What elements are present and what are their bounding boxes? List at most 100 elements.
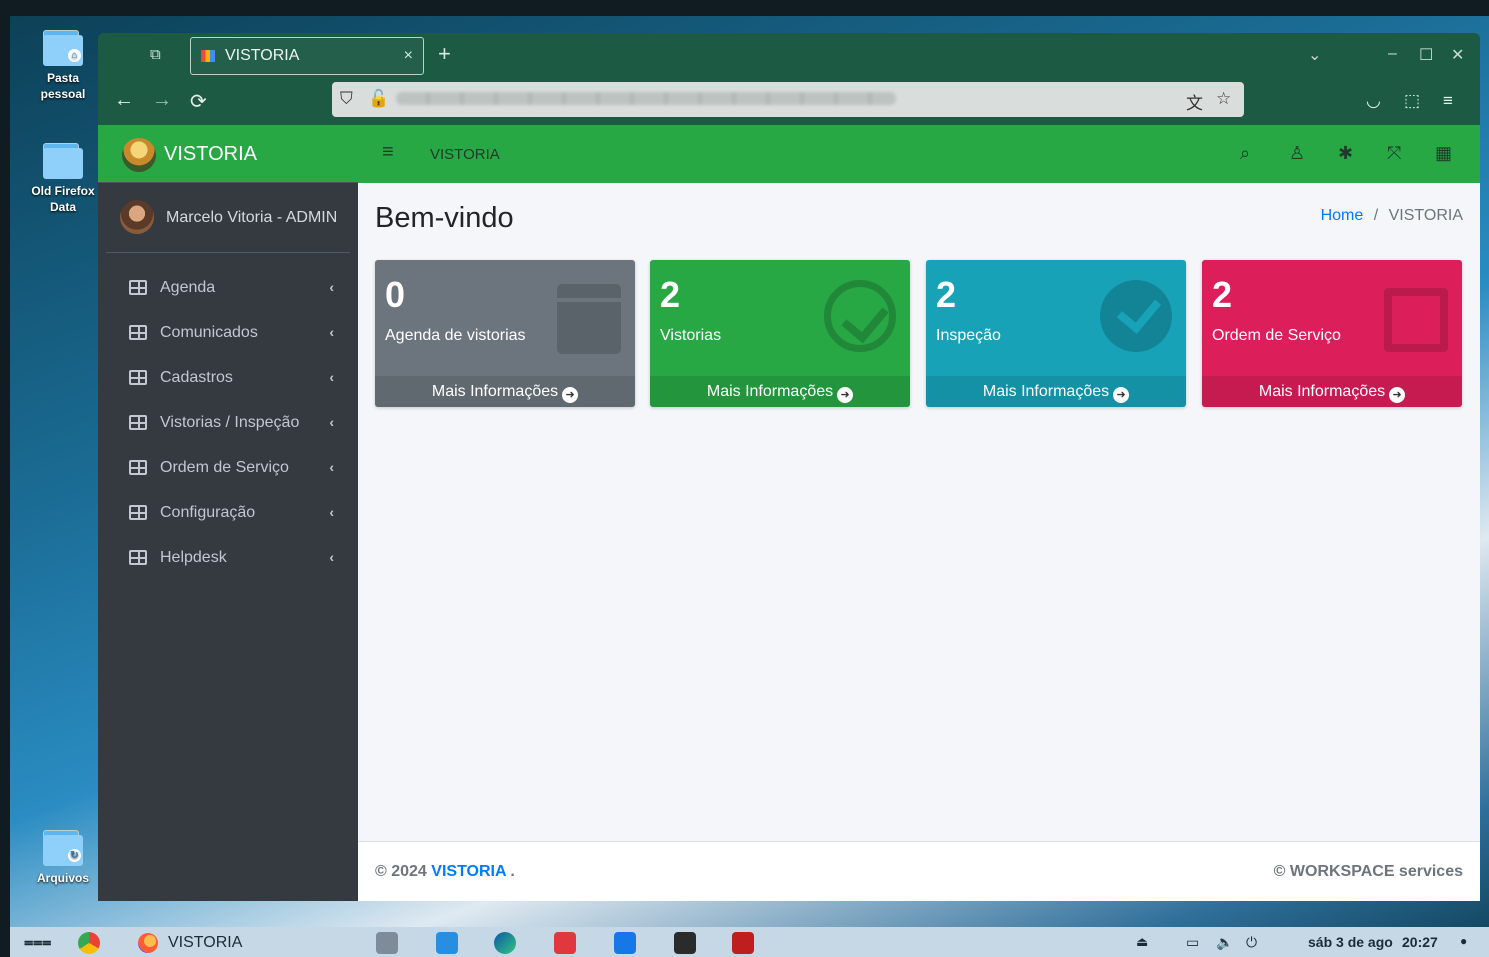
filezilla-icon[interactable]: [732, 932, 754, 954]
more-info-link[interactable]: Mais Informações ➜: [926, 376, 1186, 407]
arrow-circle-right-icon: ➜: [1113, 387, 1130, 403]
sidebar-item-cadastros[interactable]: Cadastros ‹: [98, 355, 358, 400]
taskbar-date[interactable]: sáb 3 de ago: [1308, 934, 1393, 950]
minimize-button[interactable]: –: [1388, 45, 1397, 63]
address-bar[interactable]: ⛉ 🔓 文 ☆: [332, 82, 1244, 117]
check-circle-icon: [824, 280, 896, 352]
sidebar: VISTORIA Marcelo Vitoria - ADMIN Agenda ‹…: [98, 125, 358, 901]
menu-toggle-icon[interactable]: ≡: [382, 141, 394, 164]
sidebar-item-label: Agenda: [160, 279, 216, 296]
footer-copyright: © 2024 VISTORIA .: [375, 863, 515, 881]
terminal-icon[interactable]: [674, 932, 696, 954]
more-info-link[interactable]: Mais Informações ➜: [1202, 376, 1462, 407]
power-icon[interactable]: ⏻: [1246, 934, 1257, 951]
brand-link[interactable]: VISTORIA: [98, 125, 358, 183]
more-info-label: Mais Informações: [706, 383, 834, 400]
browser-window: ⧉ VISTORIA × + ⌄ – ☐ ✕ ← → ⟳ ⛉ 🔓 文 ☆ ◡ ⬚…: [98, 33, 1480, 901]
more-info-label: Mais Informações: [1258, 383, 1386, 400]
tab-bar: ⧉ VISTORIA × + ⌄ – ☐ ✕: [98, 33, 1480, 79]
eject-icon[interactable]: ⏏: [1136, 934, 1148, 950]
stat-count: 2: [660, 274, 681, 315]
brand-name: VISTORIA: [164, 143, 257, 165]
sidebar-item-label: Ordem de Serviço: [160, 459, 289, 476]
more-info-label: Mais Informações: [982, 383, 1110, 400]
store-icon[interactable]: [436, 932, 458, 954]
edge-icon[interactable]: [494, 932, 516, 954]
table-icon: [129, 415, 147, 430]
sidebar-item-comunicados[interactable]: Comunicados ‹: [98, 310, 358, 355]
stat-box-agenda: 0 Agenda de vistorias Mais Informações ➜: [375, 260, 635, 407]
sidebar-item-label: Cadastros: [160, 369, 233, 386]
desktop-icon-pasta-pessoal[interactable]: ⌂ Pasta pessoal: [22, 30, 104, 102]
close-window-button[interactable]: ✕: [1451, 45, 1464, 65]
files-icon[interactable]: [376, 932, 398, 954]
shield-icon[interactable]: ⛉: [340, 89, 353, 109]
taskbar-time[interactable]: 20:27: [1402, 934, 1438, 950]
volume-icon[interactable]: 🔈: [1216, 934, 1233, 951]
avatar: [120, 200, 154, 234]
sidebar-item-ordem-de-servico[interactable]: Ordem de Serviço ‹: [98, 445, 358, 490]
taskbar-window-vistoria[interactable]: VISTORIA: [168, 934, 242, 952]
table-icon: [129, 280, 147, 295]
fullscreen-icon[interactable]: ⤧: [1387, 143, 1401, 164]
search-icon[interactable]: ⌕: [1240, 143, 1250, 164]
user-name: Marcelo Vitoria - ADMIN: [166, 209, 338, 226]
user-icon[interactable]: ♙: [1289, 143, 1305, 164]
chrome-icon[interactable]: [78, 932, 100, 954]
browser-tab-vistoria[interactable]: VISTORIA ×: [190, 37, 424, 75]
menu-hamburger-icon[interactable]: ≡: [1443, 91, 1453, 111]
web-app: VISTORIA Marcelo Vitoria - ADMIN Agenda ‹…: [98, 125, 1480, 901]
topbar-title-link[interactable]: VISTORIA: [430, 146, 500, 163]
tab-favicon-icon: [201, 50, 215, 62]
breadcrumb-home-link[interactable]: Home: [1321, 207, 1364, 224]
desktop-icon-label: pessoal: [40, 87, 86, 101]
breadcrumb: Home / VISTORIA: [1321, 207, 1463, 225]
bookmark-star-icon[interactable]: ☆: [1216, 89, 1231, 109]
gear-icon[interactable]: ✱: [1338, 143, 1353, 164]
desktop-top-edge: [0, 0, 1489, 16]
anydesk-icon[interactable]: [554, 932, 576, 954]
footer-brand-link[interactable]: VISTORIA: [431, 863, 506, 880]
sidebar-item-label: Comunicados: [160, 324, 258, 341]
teamviewer-icon[interactable]: [614, 932, 636, 954]
table-icon: [129, 325, 147, 340]
table-icon: [129, 505, 147, 520]
stat-label: Vistorias: [660, 327, 722, 344]
firefox-icon[interactable]: [138, 933, 158, 953]
display-icon[interactable]: ▭: [1186, 934, 1199, 951]
folder-home-icon: ⌂: [41, 30, 85, 66]
grid-icon[interactable]: ▦: [1435, 143, 1452, 164]
tab-overview-icon[interactable]: ⧉: [150, 46, 172, 66]
new-tab-button[interactable]: +: [438, 41, 451, 67]
sidebar-item-vistorias-inspecao[interactable]: Vistorias / Inspeção ‹: [98, 400, 358, 445]
notification-dot-icon[interactable]: ●: [1460, 934, 1467, 948]
desktop-icon-old-firefox-data[interactable]: Old Firefox Data: [22, 143, 104, 215]
forward-button[interactable]: →: [152, 89, 172, 112]
chevron-left-icon: ‹: [329, 504, 334, 520]
app-launcher-icon[interactable]: ⩶: [24, 934, 51, 952]
insecure-lock-icon[interactable]: 🔓: [368, 89, 389, 109]
arrow-circle-right-icon: ➜: [1389, 387, 1406, 403]
brand-logo-icon: [122, 138, 156, 172]
sidebar-item-agenda[interactable]: Agenda ‹: [98, 265, 358, 310]
sidebar-item-helpdesk[interactable]: Helpdesk ‹: [98, 535, 358, 580]
reload-button[interactable]: ⟳: [190, 89, 207, 114]
extensions-icon[interactable]: ⬚: [1404, 91, 1420, 111]
desktop-icon-arquivos[interactable]: ↻ Arquivos: [22, 830, 104, 886]
stat-count: 2: [1212, 274, 1233, 315]
more-info-link[interactable]: Mais Informações ➜: [650, 376, 910, 407]
tab-list-chevron-icon[interactable]: ⌄: [1308, 45, 1321, 65]
close-tab-icon[interactable]: ×: [404, 38, 413, 74]
user-panel[interactable]: Marcelo Vitoria - ADMIN: [106, 183, 350, 253]
pocket-icon[interactable]: ◡: [1366, 91, 1381, 111]
sidebar-item-configuracao[interactable]: Configuração ‹: [98, 490, 358, 535]
more-info-link[interactable]: Mais Informações ➜: [375, 376, 635, 407]
maximize-button[interactable]: ☐: [1419, 45, 1433, 65]
stat-label: Agenda de vistorias: [385, 327, 526, 344]
footer-dot: .: [510, 863, 515, 880]
breadcrumb-current: VISTORIA: [1388, 207, 1463, 224]
translate-icon[interactable]: 文: [1186, 89, 1203, 114]
stat-box-vistorias: 2 Vistorias Mais Informações ➜: [650, 260, 910, 407]
calendar-icon: [557, 284, 621, 354]
back-button[interactable]: ←: [114, 89, 134, 112]
